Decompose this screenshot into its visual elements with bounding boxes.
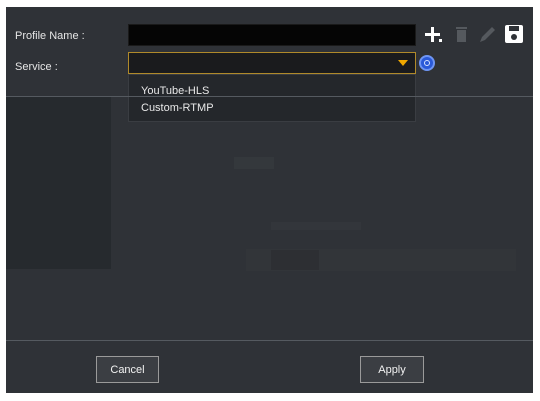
service-dropdown-menu: YouTube-HLS Custom-RTMP: [128, 74, 416, 122]
profile-dialog: Profile Name : Service : YouTube-HLS Cus…: [6, 7, 533, 393]
apply-button[interactable]: Apply: [360, 356, 424, 383]
background-blur: [234, 157, 274, 169]
service-select[interactable]: [128, 52, 416, 74]
info-icon[interactable]: [419, 55, 435, 71]
background-panel: [6, 97, 111, 269]
cancel-button[interactable]: Cancel: [96, 356, 159, 383]
background-blur: [271, 250, 319, 270]
service-label: Service :: [15, 61, 58, 73]
add-icon[interactable]: [422, 23, 444, 45]
divider: [6, 340, 533, 341]
edit-icon[interactable]: [476, 23, 498, 45]
divider: [6, 96, 533, 97]
chevron-down-icon[interactable]: [398, 60, 408, 66]
background-blur: [271, 222, 361, 230]
dropdown-option-custom-rtmp[interactable]: Custom-RTMP: [141, 102, 214, 114]
delete-icon[interactable]: [451, 23, 473, 45]
save-icon[interactable]: [503, 23, 525, 45]
profile-name-label: Profile Name :: [15, 30, 85, 42]
profile-name-field[interactable]: [128, 24, 416, 46]
